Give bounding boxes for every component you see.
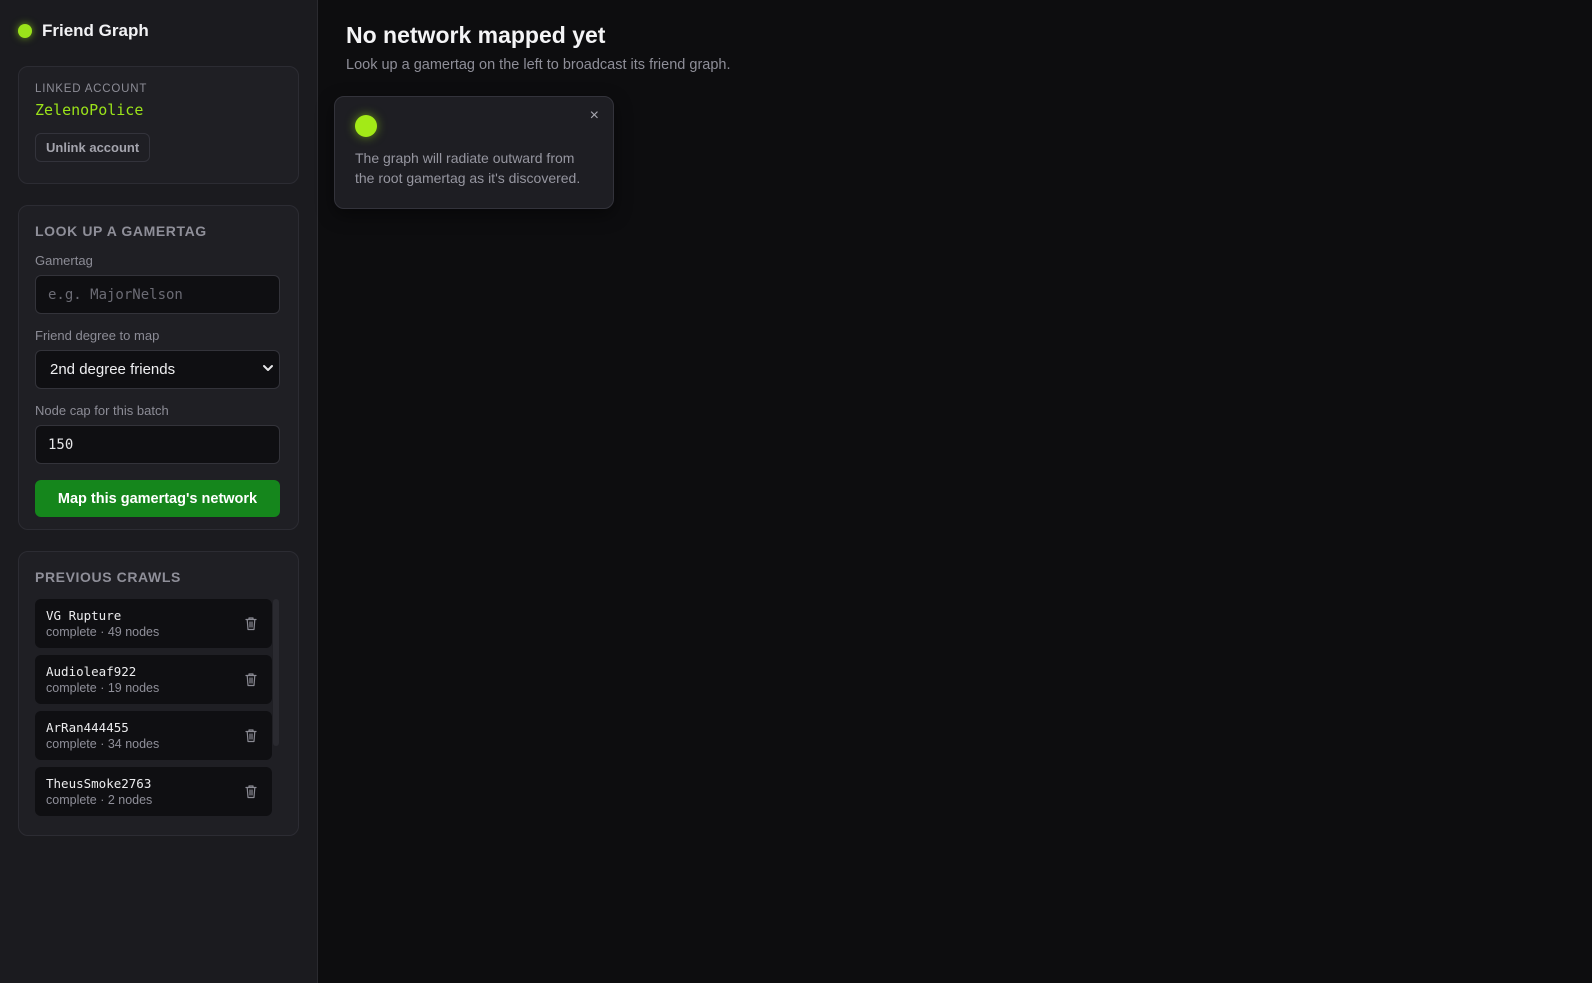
degree-label: Friend degree to map bbox=[35, 328, 160, 343]
page-title: No network mapped yet bbox=[346, 22, 606, 48]
trash-icon[interactable] bbox=[244, 616, 258, 631]
gamertag-input[interactable] bbox=[35, 275, 280, 314]
map-network-button[interactable]: Map this gamertag's network bbox=[35, 480, 280, 517]
previous-crawls-card: PREVIOUS CRAWLS VG Rupture complete · 49… bbox=[18, 551, 299, 836]
root-node-icon bbox=[355, 115, 377, 137]
brand: Friend Graph bbox=[18, 20, 299, 42]
graph-canvas-area: No network mapped yet Look up a gamertag… bbox=[318, 0, 1592, 983]
degree-select-wrap: 2nd degree friends bbox=[35, 350, 280, 389]
hint-toast: The graph will radiate outward from the … bbox=[334, 96, 614, 209]
app-title: Friend Graph bbox=[42, 21, 149, 40]
crawl-status: complete · 49 nodes bbox=[46, 625, 160, 639]
close-icon[interactable]: × bbox=[590, 107, 599, 125]
gamertag-label: Gamertag bbox=[35, 253, 93, 268]
trash-icon[interactable] bbox=[244, 728, 258, 743]
crawl-gamertag: Audioleaf922 bbox=[46, 664, 137, 679]
crawl-gamertag: VG Rupture bbox=[46, 608, 122, 623]
linked-account-label: LINKED ACCOUNT bbox=[35, 83, 148, 95]
trash-icon[interactable] bbox=[244, 784, 258, 799]
degree-select[interactable]: 2nd degree friends bbox=[35, 350, 280, 389]
crawl-status: complete · 34 nodes bbox=[46, 737, 160, 751]
crawl-list-item[interactable]: ArRan444455 complete · 34 nodes bbox=[35, 711, 272, 760]
sidebar: Friend Graph LINKED ACCOUNT ZelenoPolice… bbox=[0, 0, 318, 983]
status-dot-icon bbox=[18, 24, 32, 38]
trash-icon[interactable] bbox=[244, 672, 258, 687]
linked-account-card: LINKED ACCOUNT ZelenoPolice Unlink accou… bbox=[18, 66, 299, 184]
page-subtitle: Look up a gamertag on the left to broadc… bbox=[346, 57, 731, 73]
crawl-list: VG Rupture complete · 49 nodes Audioleaf… bbox=[35, 599, 272, 816]
node-cap-input[interactable] bbox=[35, 425, 280, 464]
unlink-account-button[interactable]: Unlink account bbox=[35, 133, 151, 162]
node-cap-label: Node cap for this batch bbox=[35, 403, 169, 418]
crawl-list-item[interactable]: Audioleaf922 complete · 19 nodes bbox=[35, 655, 272, 704]
crawl-status: complete · 19 nodes bbox=[46, 681, 160, 695]
crawl-list-scrollbar[interactable] bbox=[273, 599, 279, 746]
crawl-list-item[interactable]: VG Rupture complete · 49 nodes bbox=[35, 599, 272, 648]
crawl-gamertag: ArRan444455 bbox=[46, 720, 129, 735]
hint-toast-text: The graph will radiate outward from the … bbox=[355, 150, 581, 186]
crawl-list-container: VG Rupture complete · 49 nodes Audioleaf… bbox=[35, 599, 282, 816]
app-root: Friend Graph LINKED ACCOUNT ZelenoPolice… bbox=[0, 0, 1592, 983]
crawls-section-title: PREVIOUS CRAWLS bbox=[35, 569, 181, 585]
crawl-gamertag: TheusSmoke2763 bbox=[46, 776, 152, 791]
linked-account-name: ZelenoPolice bbox=[35, 101, 144, 119]
crawl-status: complete · 2 nodes bbox=[46, 793, 153, 807]
crawl-list-item[interactable]: TheusSmoke2763 complete · 2 nodes bbox=[35, 767, 272, 816]
lookup-card: LOOK UP A GAMERTAG Gamertag Friend degre… bbox=[18, 205, 299, 530]
lookup-section-title: LOOK UP A GAMERTAG bbox=[35, 223, 207, 239]
